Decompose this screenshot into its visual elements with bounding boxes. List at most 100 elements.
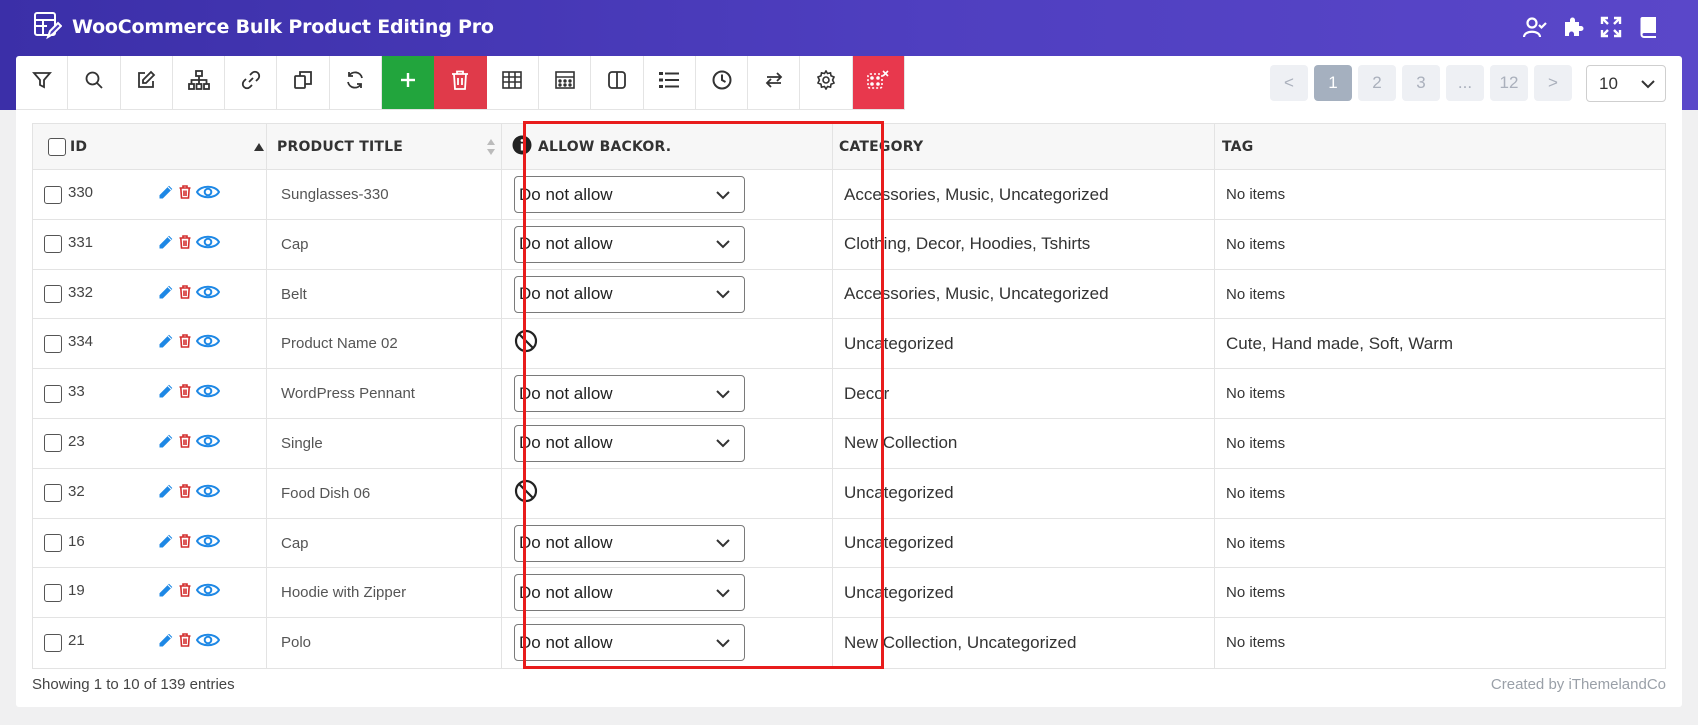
edit-icon[interactable] [158, 433, 174, 454]
row-checkbox[interactable] [44, 384, 62, 403]
edit-icon[interactable] [158, 383, 174, 404]
tag-value[interactable]: No items [1226, 270, 1285, 319]
puzzle-icon[interactable] [1560, 14, 1586, 40]
eye-icon[interactable] [195, 184, 221, 205]
prev-page-button[interactable]: < [1270, 65, 1308, 101]
edit-icon[interactable] [158, 333, 174, 354]
category-value[interactable]: Decor [844, 369, 889, 418]
backorders-select[interactable]: Do not allow [514, 176, 745, 213]
duplicate-button[interactable] [277, 56, 330, 109]
eye-icon[interactable] [195, 483, 221, 504]
trash-icon[interactable] [179, 334, 191, 353]
user-check-icon[interactable] [1522, 14, 1548, 40]
history-button[interactable] [696, 56, 749, 109]
settings-button[interactable] [800, 56, 853, 109]
next-page-button[interactable]: > [1534, 65, 1572, 101]
row-checkbox[interactable] [44, 185, 62, 204]
page-1-button[interactable]: 1 [1314, 65, 1352, 101]
fullscreen-icon[interactable] [1598, 14, 1624, 40]
row-checkbox[interactable] [44, 235, 62, 254]
sort-asc-icon[interactable] [254, 124, 264, 170]
trash-icon[interactable] [179, 533, 191, 553]
product-title[interactable]: WordPress Pennant [281, 369, 415, 418]
product-title[interactable]: Food Dish 06 [281, 469, 370, 518]
eye-icon[interactable] [195, 383, 221, 404]
product-title[interactable]: Hoodie with Zipper [281, 568, 406, 617]
eye-icon[interactable] [195, 433, 221, 454]
filter-button[interactable] [16, 56, 69, 109]
page-12-button[interactable]: 12 [1490, 65, 1528, 101]
category-value[interactable]: Uncategorized [844, 568, 954, 617]
list-button[interactable] [644, 56, 696, 109]
backorders-column-header[interactable]: ALLOW BACKOR. [538, 139, 671, 155]
backorders-select[interactable]: Do not allow [514, 524, 745, 562]
bulk-edit-button[interactable] [121, 56, 173, 109]
eye-icon[interactable] [195, 284, 221, 305]
taxonomy-button[interactable] [173, 56, 226, 109]
category-value[interactable]: Uncategorized [844, 519, 954, 568]
link-button[interactable] [225, 56, 278, 109]
id-column-header[interactable]: ID [70, 139, 87, 155]
tag-column-header[interactable]: TAG [1222, 124, 1253, 170]
tag-value[interactable]: No items [1226, 469, 1285, 518]
backorders-select[interactable]: Do not allow [514, 424, 745, 462]
row-checkbox[interactable] [44, 484, 62, 503]
tag-value[interactable]: No items [1226, 220, 1285, 269]
edit-icon[interactable] [158, 184, 174, 205]
row-checkbox[interactable] [44, 583, 62, 602]
tag-value[interactable]: No items [1226, 170, 1285, 219]
sort-icon[interactable] [487, 124, 495, 170]
clear-filter-button[interactable] [852, 56, 906, 109]
eye-icon[interactable] [195, 333, 221, 354]
tag-value[interactable]: No items [1226, 568, 1285, 617]
backorders-select[interactable]: Do not allow [514, 225, 745, 263]
tag-value[interactable]: No items [1226, 369, 1285, 418]
table-button[interactable] [487, 56, 539, 109]
trash-icon[interactable] [179, 234, 191, 254]
eye-icon[interactable] [195, 582, 221, 603]
category-value[interactable]: New Collection [844, 419, 957, 468]
edit-icon[interactable] [158, 582, 174, 603]
product-title[interactable]: Product Name 02 [281, 319, 398, 368]
title-column-header[interactable]: PRODUCT TITLE [277, 124, 403, 170]
trash-icon[interactable] [179, 384, 191, 403]
eye-icon[interactable] [195, 234, 221, 255]
delete-button[interactable] [434, 56, 487, 109]
edit-icon[interactable] [158, 283, 174, 305]
category-value[interactable]: Uncategorized [844, 469, 954, 518]
category-column-header[interactable]: CATEGORY [839, 124, 923, 170]
eye-icon[interactable] [195, 632, 221, 653]
edit-icon[interactable] [158, 234, 174, 255]
product-title[interactable]: Sunglasses-330 [281, 170, 389, 219]
trash-icon[interactable] [179, 185, 191, 204]
backorders-select[interactable]: Do not allow [514, 624, 745, 662]
page-2-button[interactable]: 2 [1358, 65, 1396, 101]
category-value[interactable]: Accessories, Music, Uncategorized [844, 170, 1109, 219]
product-title[interactable]: Single [281, 419, 323, 468]
category-value[interactable]: Uncategorized [844, 319, 954, 368]
row-checkbox[interactable] [44, 534, 62, 553]
edit-icon[interactable] [158, 483, 174, 504]
select-all-checkbox[interactable] [48, 138, 66, 156]
tag-value[interactable]: No items [1226, 618, 1285, 667]
category-value[interactable]: New Collection, Uncategorized [844, 618, 1076, 667]
trash-icon[interactable] [179, 434, 191, 453]
backorders-select[interactable]: Do not allow [514, 375, 745, 413]
eye-icon[interactable] [195, 533, 221, 554]
row-checkbox[interactable] [44, 334, 62, 353]
info-icon[interactable] [512, 135, 532, 159]
columns-button[interactable] [591, 56, 644, 109]
tag-value[interactable]: Cute, Hand made, Soft, Warm [1226, 319, 1453, 368]
edit-icon[interactable] [158, 532, 174, 554]
import-export-button[interactable] [748, 56, 801, 109]
tag-value[interactable]: No items [1226, 419, 1285, 468]
tag-value[interactable]: No items [1226, 519, 1285, 568]
per-page-select[interactable]: 10 [1586, 65, 1666, 102]
row-checkbox[interactable] [44, 633, 62, 652]
trash-icon[interactable] [179, 633, 191, 652]
add-product-button[interactable] [382, 56, 435, 109]
backorders-select[interactable]: Do not allow [514, 275, 745, 313]
row-checkbox[interactable] [44, 285, 62, 304]
trash-icon[interactable] [179, 284, 191, 304]
search-button[interactable] [68, 56, 121, 109]
